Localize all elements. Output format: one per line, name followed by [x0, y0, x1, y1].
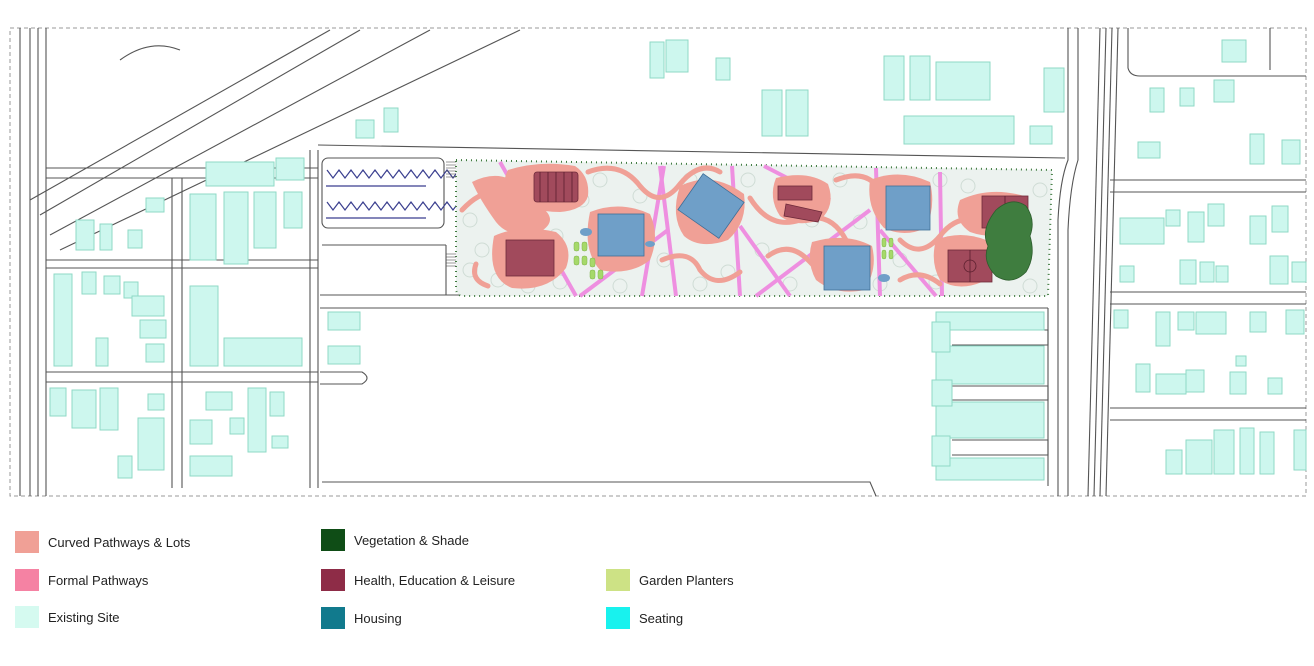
- legend-item-vegetation: Vegetation & Shade: [321, 529, 469, 551]
- legend-swatch: [321, 607, 345, 629]
- legend-label: Curved Pathways & Lots: [48, 534, 191, 550]
- legend-label: Existing Site: [48, 609, 120, 625]
- site-plan-map: [9, 27, 1307, 497]
- legend-label: Vegetation & Shade: [354, 532, 469, 548]
- legend-label: Garden Planters: [639, 572, 734, 588]
- legend-label: Formal Pathways: [48, 572, 149, 588]
- legend-label: Housing: [354, 610, 402, 626]
- legend-swatch: [321, 569, 345, 591]
- legend-label: Health, Education & Leisure: [354, 572, 516, 588]
- legend-item-existing-site: Existing Site: [15, 606, 120, 628]
- legend-swatch: [15, 569, 39, 591]
- legend-swatch: [606, 607, 630, 629]
- legend-swatch: [321, 529, 345, 551]
- legend-swatch: [15, 531, 39, 553]
- legend-item-curved-pathways: Curved Pathways & Lots: [15, 531, 190, 553]
- legend-swatch: [15, 606, 39, 628]
- legend-item-seating: Seating: [606, 607, 683, 629]
- park-entry-steps: [446, 161, 456, 267]
- legend-label: Seating: [639, 610, 684, 626]
- legend-item-formal-pathways: Formal Pathways: [15, 569, 148, 591]
- legend-item-garden-planters: Garden Planters: [606, 569, 734, 591]
- legend-item-health-education: Health, Education & Leisure: [321, 569, 515, 591]
- legend-item-housing: Housing: [321, 607, 402, 629]
- legend-swatch: [606, 569, 630, 591]
